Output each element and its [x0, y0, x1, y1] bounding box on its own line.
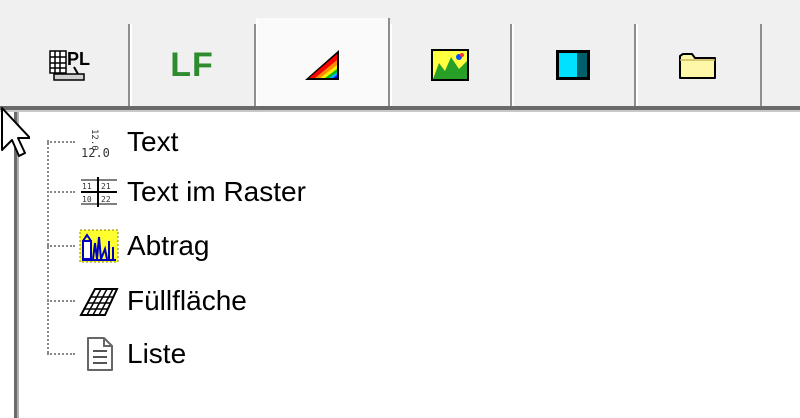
tree-item-label: Text im Raster	[127, 176, 306, 207]
svg-text:22: 22	[101, 195, 111, 204]
window-icon	[556, 50, 590, 80]
tree-item-label: Abtrag	[127, 230, 210, 261]
tree-item-text-im-raster[interactable]: 11 21 10 22 Text im Raster	[47, 172, 306, 212]
svg-text:11: 11	[82, 182, 92, 191]
tab-strip: PL LF	[0, 0, 800, 112]
tree-connector	[47, 245, 75, 247]
svg-text:10: 10	[82, 195, 92, 204]
tree-connector	[47, 141, 75, 143]
folder-icon	[679, 53, 716, 79]
tree-connector	[47, 300, 75, 302]
tree-connector	[47, 191, 75, 193]
abtrag-chart-icon	[79, 229, 119, 263]
mouse-cursor-icon	[1, 107, 30, 157]
color-scale-icon	[305, 50, 339, 80]
tab-plot[interactable]: PL	[10, 24, 130, 106]
tree-item-fuellflaeche[interactable]: Füllfläche	[47, 281, 247, 321]
tab-folder[interactable]	[636, 24, 762, 106]
tab-lf[interactable]: LF	[130, 24, 256, 106]
svg-text:12.0: 12.0	[81, 146, 110, 160]
tree-item-abtrag[interactable]: Abtrag	[47, 226, 210, 266]
tree-connector	[47, 353, 75, 355]
tree-item-label: Text	[127, 126, 179, 157]
tree-item-liste[interactable]: Liste	[47, 334, 186, 374]
svg-text:PL: PL	[67, 49, 90, 69]
tab-map[interactable]	[390, 24, 512, 106]
text-grid-icon: 11 21 10 22	[81, 177, 117, 207]
tree-item-label: Füllfläche	[127, 285, 247, 316]
tree-item-label: Liste	[127, 338, 187, 369]
tab-color-scale[interactable]	[256, 18, 390, 112]
svg-text:21: 21	[101, 182, 111, 191]
plot-table-icon: PL	[49, 49, 90, 81]
fill-area-icon	[79, 288, 119, 316]
text-number-icon: 12.0 12.0	[81, 129, 110, 160]
tab-window[interactable]	[512, 24, 636, 106]
map-image-icon	[431, 49, 469, 81]
list-document-icon	[87, 337, 113, 371]
tree-item-text[interactable]: 12.0 12.0 Text	[47, 122, 178, 162]
tab-lf-label: LF	[170, 45, 214, 84]
